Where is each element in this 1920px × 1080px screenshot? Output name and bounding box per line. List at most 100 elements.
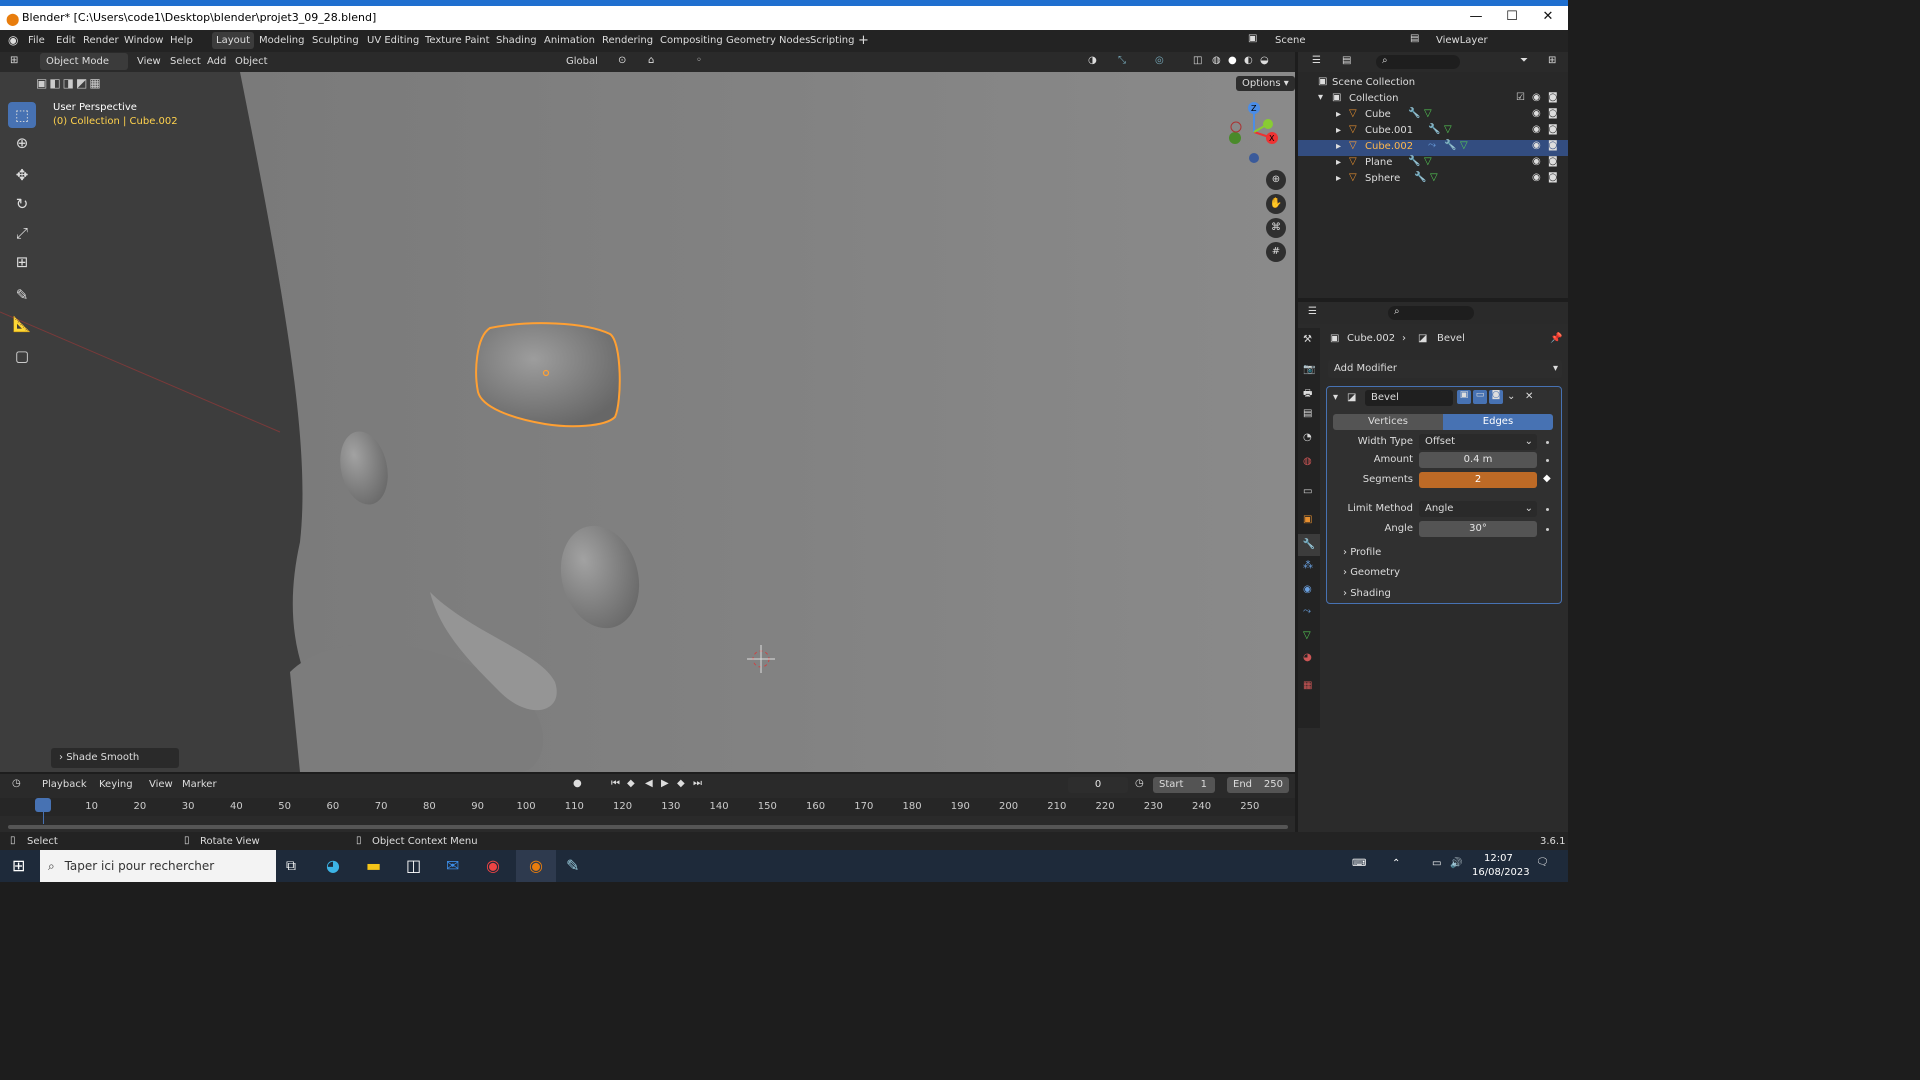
close-button[interactable]: ✕ [1530,9,1566,29]
output-tab-icon[interactable]: 🖶 [1303,386,1312,403]
network-icon[interactable]: ▭ [1432,858,1441,869]
options-dropdown[interactable]: Options ▾ [1236,76,1295,91]
menu-window[interactable]: Window [124,35,163,46]
select-mode-icons[interactable]: ▣◧◨◩▦ [36,76,114,92]
tab-modeling[interactable]: Modeling [255,35,309,46]
display-mode-icon[interactable]: ▤ [1342,55,1351,66]
keyframe-diamond-icon[interactable]: ◆ [1543,473,1551,484]
tab-edges[interactable]: Edges [1443,414,1553,430]
menu-keying[interactable]: Keying [99,779,133,790]
file-explorer-icon[interactable]: ▬ [366,856,381,875]
jump-start-icon[interactable]: ⏮ [611,778,620,789]
menu-playback[interactable]: Playback [42,779,87,790]
outliner-editor-icon[interactable]: ☰ [1312,55,1321,66]
eye-icon[interactable]: ◉ [1532,124,1541,135]
outliner-collection[interactable]: ▾ ▣ Collection ☑ ◉ ◙ [1298,92,1568,108]
render-tab-icon[interactable]: 📷 [1303,364,1315,375]
mail-icon[interactable]: ✉ [446,856,459,875]
camera-icon[interactable]: ◙ [1548,156,1558,167]
scene-name[interactable]: Scene [1275,35,1306,46]
move-icon[interactable]: ✥ [8,162,36,188]
keyboard-icon[interactable]: ⌨ [1352,858,1366,869]
tab-rendering[interactable]: Rendering [598,35,657,46]
width-type-dropdown[interactable]: Offset ⌄ [1419,434,1537,450]
viewlayer-name[interactable]: ViewLayer [1436,35,1488,46]
snap-icon[interactable]: ⌂ [648,55,654,66]
paint-app-icon[interactable]: ✎ [566,856,579,875]
outliner-search-input[interactable]: ⌕ [1376,55,1460,69]
last-operator-panel[interactable]: › Shade Smooth [51,748,179,768]
scene-icon[interactable]: ▣ [1248,33,1257,44]
gizmo-icon[interactable]: ⤡ [1118,55,1126,66]
zoom-icon[interactable]: ⊕ [1266,170,1286,190]
pin-icon[interactable]: 📌 [1550,333,1562,344]
tray-chevron-icon[interactable]: ⌃ [1392,858,1400,869]
prev-keyframe-icon[interactable]: ◆ [627,778,635,789]
start-frame-field[interactable]: Start 1 [1153,777,1215,793]
menu-view[interactable]: View [137,56,161,67]
outliner-item-sphere[interactable]: ▸ ▽ Sphere 🔧 ▽ ◉ ◙ [1298,172,1568,188]
segments-field[interactable]: 2 [1419,472,1537,488]
tab-vertices[interactable]: Vertices [1333,414,1443,430]
keyframe-dot-icon[interactable] [1546,441,1549,444]
annotate-icon[interactable]: ✎ [8,282,36,308]
menu-file[interactable]: File [28,35,45,46]
pivot-icon[interactable]: ⊙ [618,55,626,66]
tab-uv-editing[interactable]: UV Editing [363,35,423,46]
menu-render[interactable]: Render [83,35,119,46]
tab-geometry-nodes[interactable]: Geometry Nodes [722,35,814,46]
material-shading-icon[interactable]: ◐ [1244,55,1253,66]
geometry-subpanel[interactable]: › Geometry [1343,567,1400,578]
angle-field[interactable]: 30° [1419,521,1537,537]
jump-end-icon[interactable]: ⏭ [693,778,702,789]
tab-sculpting[interactable]: Sculpting [308,35,363,46]
amount-field[interactable]: 0.4 m [1419,452,1537,468]
menu-object[interactable]: Object [235,56,268,67]
constraint-tab-icon[interactable]: ⤳ [1303,606,1311,617]
new-collection-icon[interactable]: ⊞ [1548,55,1556,66]
play-reverse-icon[interactable]: ◀ [645,778,653,789]
store-icon[interactable]: ◫ [406,856,421,875]
tab-texture-paint[interactable]: Texture Paint [421,35,494,46]
menu-select[interactable]: Select [170,56,201,67]
proportional-edit-icon[interactable]: ◦ [696,55,702,66]
tab-compositing[interactable]: Compositing [656,35,727,46]
xray-icon[interactable]: ◫ [1193,55,1202,66]
data-tab-icon[interactable]: ▽ [1303,630,1311,641]
tab-shading[interactable]: Shading [492,35,541,46]
camera-icon[interactable]: ◙ [1548,124,1558,135]
tab-scripting[interactable]: Scripting [806,35,858,46]
editor-type-icon[interactable]: ⊞ [10,55,18,66]
eye-icon[interactable]: ◉ [1532,140,1541,151]
modifier-tab-icon[interactable]: 🔧 [1298,534,1320,556]
end-frame-field[interactable]: End 250 [1227,777,1289,793]
next-keyframe-icon[interactable]: ◆ [677,778,685,789]
rotate-icon[interactable]: ↻ [8,191,36,217]
task-view-icon[interactable]: ⧉ [286,858,296,874]
scale-icon[interactable]: ⤢ [8,220,36,246]
profile-subpanel[interactable]: › Profile [1343,547,1381,558]
add-modifier-dropdown[interactable]: Add Modifier ▾ [1328,360,1562,378]
rendered-shading-icon[interactable]: ◒ [1260,55,1269,66]
navigation-gizmo[interactable]: Z X [1222,100,1282,164]
volume-icon[interactable]: 🔊 [1450,858,1462,869]
orientation-dropdown[interactable]: Global [566,56,598,67]
edge-icon[interactable]: ◕ [326,856,340,875]
wireframe-shading-icon[interactable]: ◍ [1212,55,1221,66]
eye-icon[interactable]: ◉ [1532,172,1541,183]
modifier-name-field[interactable]: Bevel [1365,390,1453,406]
menu-marker[interactable]: Marker [182,779,217,790]
cursor-icon[interactable]: ⊕ [8,130,36,156]
collapse-icon[interactable]: ▾ [1333,392,1338,403]
menu-help[interactable]: Help [170,35,193,46]
menu-edit[interactable]: Edit [56,35,75,46]
eye-icon[interactable]: ◉ [1532,156,1541,167]
tab-animation[interactable]: Animation [540,35,599,46]
render-toggle-icon[interactable]: ◙ [1489,390,1503,404]
notification-icon[interactable]: 🗨 [1536,857,1549,868]
tab-layout[interactable]: Layout [212,32,254,49]
camera-view-icon[interactable]: ⌘ [1266,218,1286,238]
texture-tab-icon[interactable]: ▦ [1303,680,1312,691]
physics-tab-icon[interactable]: ◉ [1303,584,1312,595]
world-tab-icon[interactable]: ◍ [1303,456,1312,467]
